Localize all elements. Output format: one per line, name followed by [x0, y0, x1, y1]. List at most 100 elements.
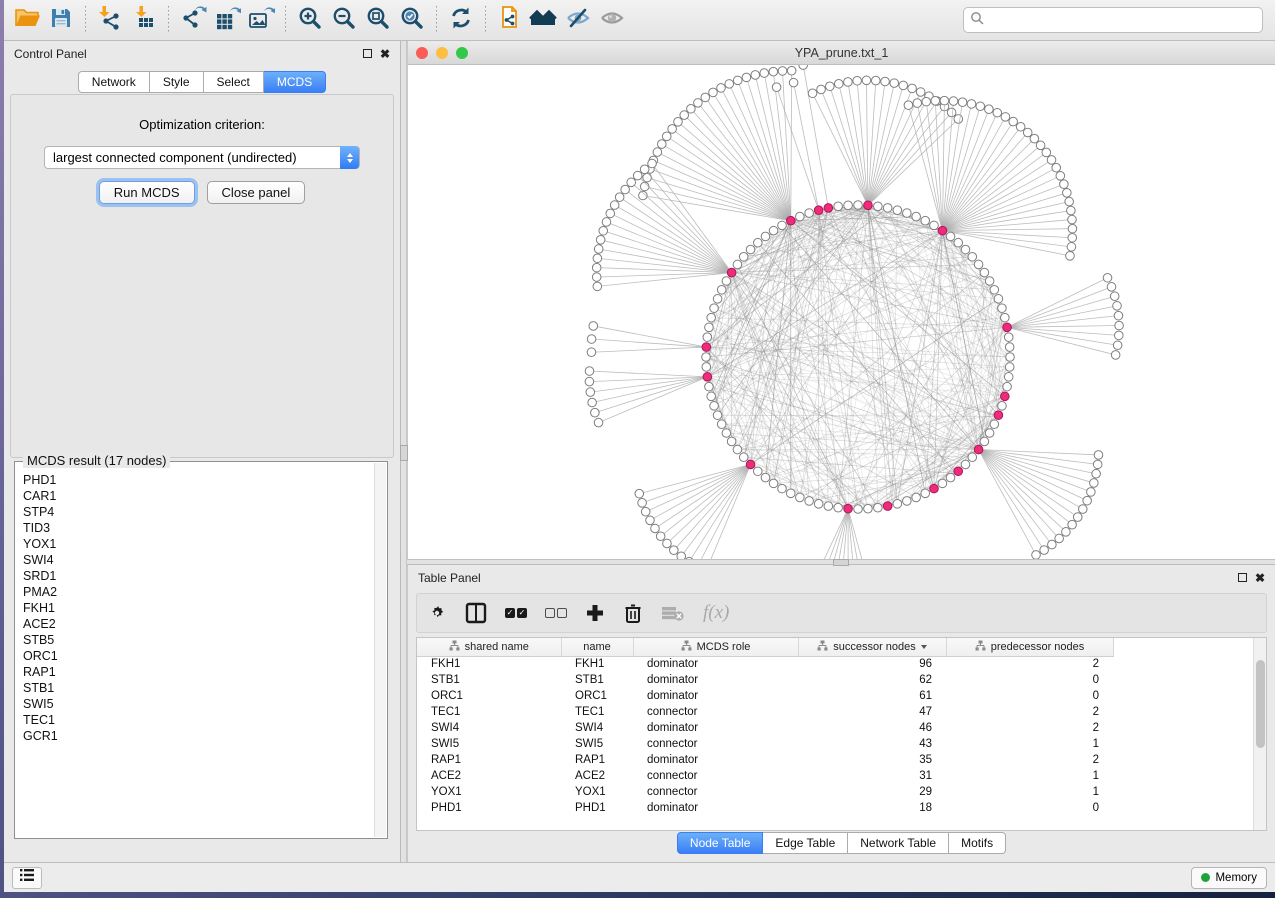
ring-node[interactable] [796, 212, 805, 221]
network-window-titlebar[interactable]: YPA_prune.txt_1 [408, 41, 1275, 65]
leaf-node[interactable] [817, 85, 826, 94]
leaf-node[interactable] [904, 101, 913, 110]
ring-node[interactable] [702, 353, 711, 362]
close-panel-icon[interactable]: ✖ [1255, 572, 1265, 584]
mcds-result-item[interactable]: GCR1 [23, 728, 373, 744]
leaf-node[interactable] [844, 78, 853, 87]
table-cell[interactable]: connector [633, 784, 798, 800]
mcds-node[interactable] [938, 226, 947, 235]
zoom-in-button[interactable] [293, 4, 327, 36]
ring-node[interactable] [705, 382, 714, 391]
leaf-node[interactable] [769, 67, 778, 76]
ring-node[interactable] [980, 437, 989, 446]
leaf-node[interactable] [591, 408, 600, 417]
zoom-out-button[interactable] [327, 4, 361, 36]
leaf-node[interactable] [1078, 505, 1087, 514]
columns-icon[interactable] [465, 599, 487, 627]
float-panel-icon[interactable] [363, 48, 372, 60]
add-row-icon[interactable] [585, 599, 605, 627]
network-graph[interactable] [408, 65, 1274, 559]
ring-node[interactable] [844, 201, 853, 210]
leaf-node[interactable] [592, 263, 601, 272]
leaf-node[interactable] [908, 84, 917, 93]
tab-style[interactable]: Style [150, 71, 204, 93]
ring-node[interactable] [883, 204, 892, 213]
ring-node[interactable] [912, 212, 921, 221]
table-row[interactable]: TEC1TEC1connector472 [417, 704, 1113, 720]
neighborhood-button[interactable] [527, 4, 561, 36]
ring-node[interactable] [974, 260, 983, 269]
table-cell[interactable]: STB1 [417, 672, 561, 688]
tab-mcds[interactable]: MCDS [264, 71, 326, 93]
ring-node[interactable] [805, 497, 814, 506]
mcds-result-item[interactable]: STP4 [23, 504, 373, 520]
leaf-node[interactable] [677, 552, 686, 559]
ring-node[interactable] [903, 497, 912, 506]
table-cell[interactable]: ORC1 [417, 688, 561, 704]
leaf-node[interactable] [1040, 546, 1049, 555]
ring-node[interactable] [954, 238, 963, 247]
leaf-node[interactable] [1094, 451, 1103, 460]
leaf-node[interactable] [1067, 243, 1076, 252]
table-cell[interactable]: 31 [798, 768, 946, 784]
duplicate-network-button[interactable] [493, 4, 527, 36]
leaf-node[interactable] [976, 102, 985, 111]
function-builder-icon[interactable]: f(x) [703, 599, 729, 627]
table-tab-node-table[interactable]: Node Table [677, 832, 764, 854]
leaf-node[interactable] [751, 71, 760, 80]
ring-node[interactable] [710, 402, 719, 411]
mcds-node[interactable] [930, 484, 939, 493]
table-cell[interactable]: 43 [798, 736, 946, 752]
leaf-node[interactable] [954, 115, 963, 124]
mcds-result-item[interactable]: ACE2 [23, 616, 373, 632]
leaf-node[interactable] [958, 98, 967, 107]
ring-node[interactable] [707, 313, 716, 322]
leaf-node[interactable] [1113, 302, 1122, 311]
leaf-node[interactable] [1055, 534, 1064, 543]
table-row[interactable]: PHD1PHD1dominator180 [417, 800, 1113, 816]
table-cell[interactable]: dominator [633, 800, 798, 816]
ring-node[interactable] [710, 304, 719, 313]
ring-node[interactable] [703, 333, 712, 342]
mcds-node[interactable] [974, 445, 983, 454]
ring-node[interactable] [874, 202, 883, 211]
table-cell[interactable]: dominator [633, 752, 798, 768]
leaf-node[interactable] [760, 69, 769, 78]
leaf-node[interactable] [808, 89, 817, 98]
leaf-node[interactable] [1016, 122, 1025, 131]
leaf-node[interactable] [1060, 180, 1069, 189]
mcds-node[interactable] [746, 460, 755, 469]
leaf-node[interactable] [594, 245, 603, 254]
ring-node[interactable] [998, 402, 1007, 411]
ring-node[interactable] [961, 460, 970, 469]
leaf-node[interactable] [772, 83, 781, 92]
ring-node[interactable] [753, 238, 762, 247]
mcds-node[interactable] [824, 204, 833, 213]
leaf-node[interactable] [668, 125, 677, 134]
ring-node[interactable] [1005, 343, 1014, 352]
ring-node[interactable] [1001, 313, 1010, 322]
import-table-button[interactable] [127, 4, 161, 36]
ring-node[interactable] [702, 363, 711, 372]
ring-node[interactable] [990, 285, 999, 294]
leaf-node[interactable] [967, 100, 976, 109]
table-cell[interactable]: YOX1 [561, 784, 633, 800]
ring-node[interactable] [824, 502, 833, 511]
optimization-criterion-select[interactable]: largest connected component (undirected) [44, 146, 360, 169]
leaf-node[interactable] [799, 65, 808, 69]
table-cell[interactable]: 0 [946, 688, 1113, 704]
leaf-node[interactable] [717, 84, 726, 93]
mcds-result-item[interactable]: FKH1 [23, 600, 373, 616]
leaf-node[interactable] [633, 171, 642, 180]
table-cell[interactable]: connector [633, 704, 798, 720]
leaf-node[interactable] [1048, 540, 1057, 549]
table-row[interactable]: FKH1FKH1dominator962 [417, 656, 1113, 672]
table-cell[interactable]: 35 [798, 752, 946, 768]
ring-node[interactable] [834, 202, 843, 211]
leaf-node[interactable] [670, 546, 679, 555]
ring-node[interactable] [985, 429, 994, 438]
table-cell[interactable]: RAP1 [561, 752, 633, 768]
leaf-node[interactable] [663, 539, 672, 548]
leaf-node[interactable] [899, 81, 908, 90]
leaf-node[interactable] [694, 99, 703, 108]
